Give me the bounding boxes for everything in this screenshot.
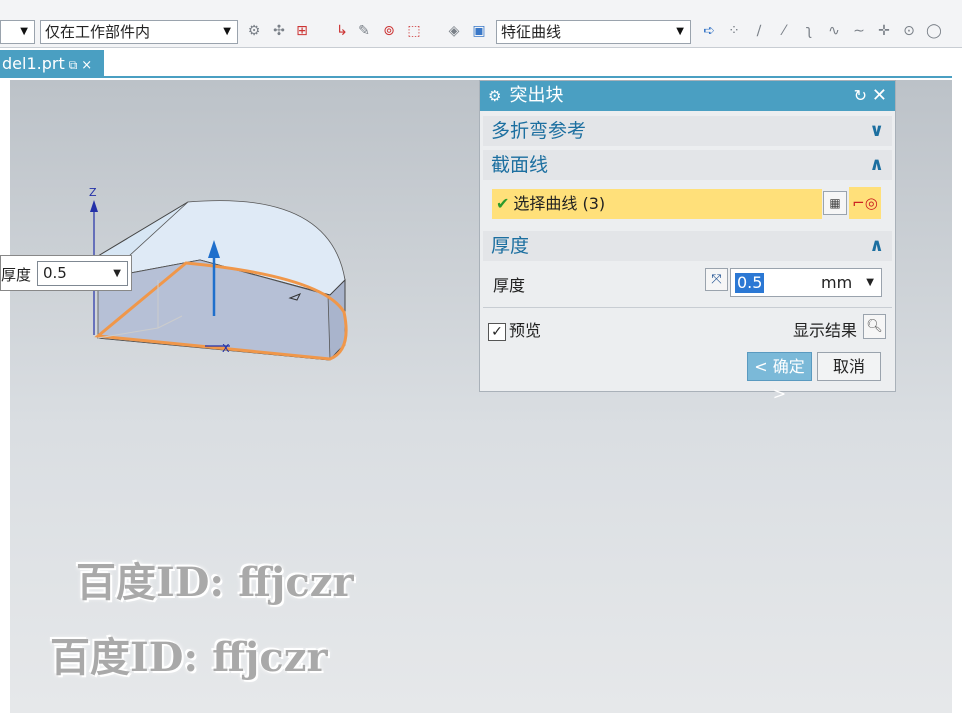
tab-dialog: ⚙ 突出块 ↻ ✕ 多折弯参考 ∨ 截面线 ∧ ✔ 选择曲线 (3) ▦ ⌐◎ 厚度… bbox=[479, 80, 896, 403]
dialog-title: 突出块 bbox=[509, 85, 564, 106]
floating-thickness-value: 0.5 bbox=[43, 264, 67, 282]
point-icon[interactable]: ✣ bbox=[270, 22, 288, 40]
reverse-direction-button[interactable]: ⤧ bbox=[705, 268, 728, 291]
floating-thickness-input: 厚度 0.5 ▼ bbox=[0, 255, 132, 291]
dialog-title-bar[interactable]: ⚙ 突出块 ↻ ✕ bbox=[480, 81, 895, 111]
preview-checkbox[interactable]: ✓ 预览 bbox=[488, 317, 541, 341]
divider bbox=[483, 307, 892, 308]
floating-thickness-combo[interactable]: 0.5 ▼ bbox=[37, 261, 128, 286]
thickness-value: 0.5 bbox=[735, 273, 765, 293]
magnifier-icon: 🔍︎ bbox=[866, 319, 883, 334]
sketch-section-button[interactable]: ▦ bbox=[823, 191, 847, 215]
curve-icon[interactable]: ʅ bbox=[800, 22, 818, 40]
group-multi-bend[interactable]: 多折弯参考 ∨ bbox=[483, 116, 892, 146]
select-icon[interactable]: ⊞ bbox=[293, 22, 311, 40]
group-multi-bend-label: 多折弯参考 bbox=[491, 120, 587, 142]
group-section[interactable]: 截面线 ∧ bbox=[483, 150, 892, 180]
line2-icon[interactable]: ⁄ bbox=[775, 22, 793, 40]
chevron-down-icon: ▼ bbox=[223, 26, 231, 37]
tab-label: del1.prt bbox=[2, 54, 65, 73]
curve-rule-value: 特征曲线 bbox=[501, 23, 562, 41]
thickness-unit: mm bbox=[821, 273, 853, 292]
close-icon[interactable]: × bbox=[81, 58, 92, 73]
chevron-down-icon: ▼ bbox=[676, 26, 684, 37]
tab-model-file[interactable]: del1.prt ⧉ × bbox=[0, 50, 104, 78]
window-frame-bottom bbox=[0, 713, 962, 723]
arrow-icon[interactable]: ↳ bbox=[333, 22, 351, 40]
z-axis-label: Z bbox=[89, 186, 97, 199]
show-result-button[interactable]: 🔍︎ bbox=[863, 314, 886, 339]
detach-icon[interactable]: ⧉ bbox=[69, 58, 78, 72]
chevron-up-icon[interactable]: ∧ bbox=[869, 150, 884, 180]
curve-selection-button[interactable]: ⌐◎ bbox=[849, 187, 881, 219]
cube-icon[interactable]: ◈ bbox=[445, 22, 463, 40]
line-icon[interactable]: ∕ bbox=[750, 22, 768, 40]
chevron-down-icon[interactable]: ∨ bbox=[869, 116, 884, 146]
reverse-icon: ⤧ bbox=[711, 272, 722, 287]
edit-icon[interactable]: ⊚ bbox=[380, 22, 398, 40]
cancel-button[interactable]: 取消 bbox=[817, 352, 881, 381]
snap-icon[interactable]: ⚙ bbox=[245, 22, 263, 40]
chevron-up-icon[interactable]: ∧ bbox=[869, 231, 884, 261]
box-select-icon[interactable]: ⬚ bbox=[405, 22, 423, 40]
check-icon: ✔ bbox=[496, 194, 510, 213]
watermark-lower: 百度ID: ffjczr bbox=[50, 634, 328, 681]
checkbox-checked-icon[interactable]: ✓ bbox=[488, 322, 506, 341]
preview-label: 预览 bbox=[509, 321, 542, 340]
pattern-icon[interactable]: ⁘ bbox=[725, 22, 743, 40]
select-curve-label: 选择曲线 (3) bbox=[513, 194, 606, 213]
cross-icon[interactable]: ✛ bbox=[875, 22, 893, 40]
selection-scope-value: 仅在工作部件内 bbox=[45, 23, 151, 41]
type-filter-combo[interactable]: ▼ bbox=[0, 20, 35, 44]
ok-button[interactable]: < 确定 > bbox=[747, 352, 812, 403]
selection-scope-combo[interactable]: 仅在工作部件内 ▼ bbox=[40, 20, 238, 44]
forward-icon[interactable]: ➪ bbox=[700, 22, 718, 40]
wrench-icon[interactable]: ✎ bbox=[355, 22, 373, 40]
window-frame-right bbox=[952, 50, 962, 723]
chevron-down-icon[interactable]: ▼ bbox=[866, 273, 874, 293]
circle-icon[interactable]: ◯ bbox=[925, 22, 943, 40]
z-axis-arrow bbox=[90, 200, 98, 212]
reset-icon[interactable]: ↻ bbox=[854, 81, 867, 111]
sketch-icon: ▦ bbox=[829, 196, 841, 210]
group-thickness[interactable]: 厚度 ∧ bbox=[483, 231, 892, 261]
floating-thickness-label: 厚度 bbox=[1, 266, 32, 284]
thickness-label: 厚度 bbox=[493, 276, 526, 295]
top-toolbar: ▼ 仅在工作部件内 ▼ ⚙ ✣ ⊞ ↳ ✎ ⊚ ⬚ ◈ ▣ 特征曲线 ▼ ➪ ⁘… bbox=[0, 0, 962, 48]
tab-strip: del1.prt ⧉ × bbox=[0, 50, 962, 78]
x-axis-label: X bbox=[222, 342, 230, 355]
curve-select-icon: ⌐◎ bbox=[852, 194, 878, 212]
select-curve-row[interactable]: ✔ 选择曲线 (3) bbox=[492, 189, 822, 219]
solid-icon[interactable]: ▣ bbox=[470, 22, 488, 40]
gear-icon[interactable]: ⚙ bbox=[488, 87, 501, 105]
wave-icon[interactable]: ∼ bbox=[850, 22, 868, 40]
chevron-down-icon: ▼ bbox=[113, 268, 121, 279]
show-result-label: 显示结果 bbox=[793, 321, 858, 340]
circle-center-icon[interactable]: ⊙ bbox=[900, 22, 918, 40]
close-icon[interactable]: ✕ bbox=[872, 81, 887, 111]
thickness-input[interactable]: 0.5 mm ▼ bbox=[730, 268, 882, 297]
group-thickness-label: 厚度 bbox=[491, 235, 530, 257]
curve-rule-combo[interactable]: 特征曲线 ▼ bbox=[496, 20, 691, 44]
spline-icon[interactable]: ∿ bbox=[825, 22, 843, 40]
group-section-label: 截面线 bbox=[491, 154, 549, 176]
watermark-upper: 百度ID: ffjczr bbox=[76, 559, 354, 606]
